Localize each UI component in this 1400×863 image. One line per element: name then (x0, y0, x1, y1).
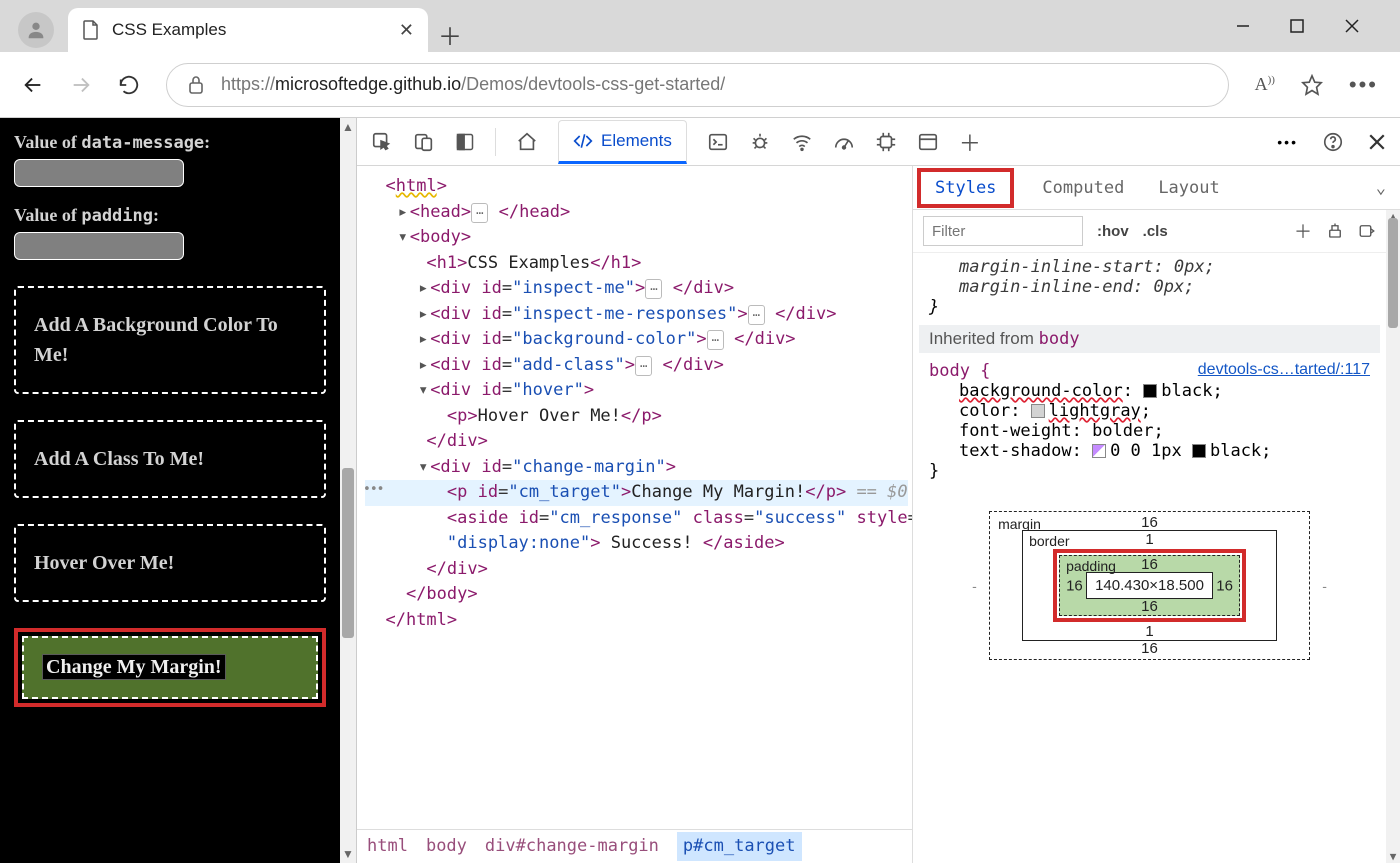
user-icon (25, 19, 47, 41)
window-controls (1236, 0, 1400, 52)
read-aloud-button[interactable]: A)) (1255, 74, 1275, 95)
styles-tab[interactable]: Styles (917, 168, 1014, 208)
tab-title: CSS Examples (112, 20, 387, 40)
url-text: https://microsoftedge.github.io/Demos/de… (221, 74, 725, 95)
dom-breadcrumb: html body div#change-margin p#cm_target (357, 829, 912, 863)
titlebar: CSS Examples ✕ ＋ (0, 0, 1400, 52)
elements-icon (573, 131, 593, 151)
devtools: Elements ＋ ••• (356, 118, 1400, 863)
dock-side-icon[interactable] (455, 132, 475, 152)
sources-debug-icon[interactable] (749, 131, 771, 153)
box-model-padding-highlight: padding 16 16 16 16 140.430×18.500 (1053, 549, 1246, 622)
forward-button[interactable] (70, 74, 92, 96)
more-tabs-button[interactable]: ＋ (959, 126, 981, 158)
hover-box[interactable]: Hover Over Me! (14, 524, 326, 602)
scroll-thumb[interactable] (342, 468, 354, 638)
scroll-up-icon[interactable]: ▲ (340, 120, 356, 134)
styles-tabs: Styles Computed Layout ⌄ (913, 166, 1400, 210)
maximize-button[interactable] (1290, 19, 1304, 33)
box-model-content: 140.430×18.500 (1086, 572, 1213, 599)
lock-icon (187, 75, 205, 95)
crumb-div[interactable]: div#change-margin (485, 834, 659, 860)
elements-tab[interactable]: Elements (558, 120, 687, 164)
more-panels-icon[interactable]: ⌄ (1376, 178, 1396, 198)
reload-button[interactable] (118, 74, 140, 96)
crumb-html[interactable]: html (367, 834, 408, 860)
styles-scrollbar[interactable]: ▲ ▼ (1386, 210, 1400, 863)
back-button[interactable] (22, 74, 44, 96)
styles-rules[interactable]: margin-inline-start: 0px; margin-inline-… (913, 253, 1386, 863)
styles-panel: Styles Computed Layout ⌄ :hov .cls ＋ (912, 166, 1400, 863)
computed-tab[interactable]: Computed (1036, 170, 1130, 206)
layout-tab[interactable]: Layout (1152, 170, 1225, 206)
devtools-toolbar: Elements ＋ ••• (357, 118, 1400, 166)
inherited-header: Inherited from body (919, 325, 1380, 353)
add-class-box[interactable]: Add A Class To Me! (14, 420, 326, 498)
browser-tab[interactable]: CSS Examples ✕ (68, 8, 428, 52)
data-message-label: Value of data-message: (14, 132, 326, 153)
browser-toolbar: https://microsoftedge.github.io/Demos/de… (0, 52, 1400, 118)
scroll-down-icon[interactable]: ▼ (340, 847, 356, 861)
close-window-button[interactable] (1344, 18, 1360, 34)
inspect-icon[interactable] (371, 131, 393, 153)
memory-icon[interactable] (875, 131, 897, 153)
application-icon[interactable] (917, 131, 939, 153)
address-bar[interactable]: https://microsoftedge.github.io/Demos/de… (166, 63, 1229, 107)
box-model[interactable]: - - margin 16 16 border 1 1 (919, 481, 1380, 670)
favorite-button[interactable] (1301, 74, 1323, 96)
page-content: Value of data-message: Value of padding:… (0, 118, 340, 863)
help-button[interactable] (1322, 131, 1344, 153)
console-icon[interactable] (707, 131, 729, 153)
scroll-thumb[interactable] (1388, 218, 1398, 328)
tab-close-button[interactable]: ✕ (399, 20, 414, 41)
hov-toggle[interactable]: :hov (1097, 223, 1129, 240)
background-color-box[interactable]: Add A Background Color To Me! (14, 286, 326, 394)
scroll-down-icon[interactable]: ▼ (1386, 850, 1400, 863)
menu-button[interactable]: ••• (1349, 72, 1378, 98)
styles-toolbar: :hov .cls ＋ (913, 210, 1386, 253)
document-icon (82, 20, 100, 40)
dom-tree-panel[interactable]: <html> ▸<head>⋯ </head> ▾<body> <h1>CSS … (357, 166, 912, 863)
new-tab-button[interactable]: ＋ (428, 17, 472, 52)
profile-button[interactable] (18, 12, 54, 48)
page-scrollbar[interactable]: ▲ ▼ (340, 118, 356, 863)
network-icon[interactable] (791, 131, 813, 153)
cls-toggle[interactable]: .cls (1143, 223, 1168, 240)
toggle-common-rendering-icon[interactable] (1358, 222, 1376, 240)
padding-input[interactable] (14, 232, 184, 260)
performance-icon[interactable] (833, 131, 855, 153)
minimize-button[interactable] (1236, 19, 1250, 33)
devtools-more-button[interactable]: ••• (1277, 134, 1298, 150)
device-toggle-icon[interactable] (413, 131, 435, 153)
crumb-p[interactable]: p#cm_target (677, 832, 802, 862)
change-margin-highlight: Change My Margin! (14, 628, 326, 707)
new-style-rule-button[interactable]: ＋ (1294, 218, 1312, 244)
paint-flash-icon[interactable] (1326, 222, 1344, 240)
data-message-input[interactable] (14, 159, 184, 187)
padding-label: Value of padding: (14, 205, 326, 226)
styles-filter-input[interactable] (923, 216, 1083, 246)
change-margin-box[interactable]: Change My Margin! (22, 636, 318, 699)
source-link[interactable]: devtools-cs…tarted/:117 (1198, 361, 1370, 379)
crumb-body[interactable]: body (426, 834, 467, 860)
welcome-icon[interactable] (516, 131, 538, 153)
devtools-close-button[interactable] (1368, 133, 1386, 151)
